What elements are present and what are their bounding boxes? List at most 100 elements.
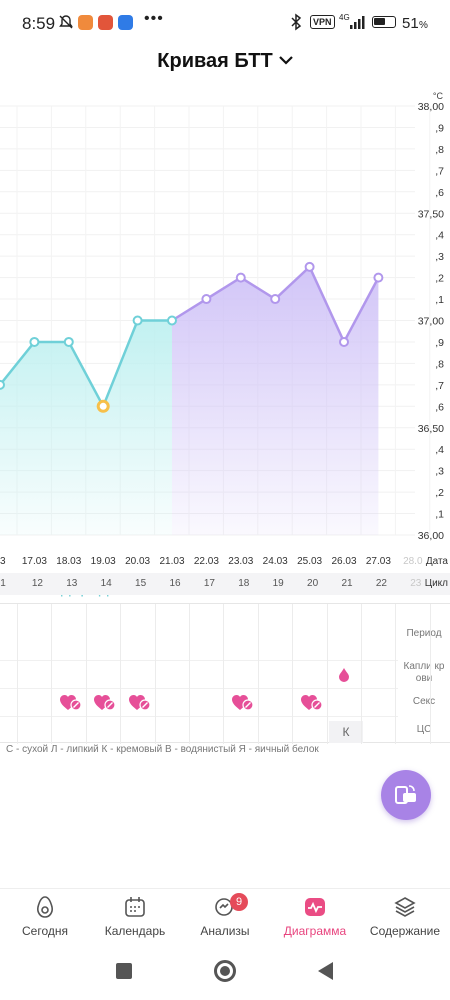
y-tick-label: ,9	[435, 337, 444, 349]
date-label: 19.03	[90, 556, 116, 567]
nav-calendar-label: Календарь	[104, 924, 166, 938]
date-label: 21.03	[159, 556, 185, 567]
page-title: Кривая БТТ	[157, 50, 273, 72]
grid-column-divider	[51, 604, 53, 744]
symptom-grid[interactable]: Период Капли кр ови Секс ЦС К	[0, 603, 450, 744]
nav-calendar[interactable]: Календарь	[90, 889, 180, 949]
luteal-area	[172, 266, 379, 535]
nav-content-label: Содержание	[369, 924, 441, 938]
cs-value-cell[interactable]: К	[329, 721, 363, 743]
date-label: 23.03	[228, 556, 254, 567]
y-tick-label: 37,00	[418, 316, 444, 328]
date-label: 17.03	[21, 556, 47, 567]
cycle-day-label: 21	[341, 578, 353, 589]
sex-heart-icon[interactable]	[94, 695, 116, 711]
cycle-day-label: 17	[203, 578, 215, 589]
data-point	[132, 315, 143, 326]
battery-level: 51	[402, 15, 419, 32]
grid-column-divider	[361, 604, 362, 744]
grid-divider	[0, 716, 398, 717]
data-point	[304, 261, 315, 272]
battery-unit: %	[419, 20, 428, 31]
bbt-chart[interactable]: °C 38,00 ,9 ,8 ,7 ,6 37,50 ,4 ,3 ,2 ,1 37,00 ,9 ,8 ,7,…	[0, 88, 450, 608]
y-tick-label: 36,00	[418, 530, 444, 542]
cycle-day-label: 18	[238, 578, 250, 589]
grid-divider	[0, 688, 398, 689]
avocado-icon	[37, 896, 53, 918]
nav-today-label: Сегодня	[22, 924, 68, 938]
status-time: 8:59	[22, 14, 56, 33]
back-button[interactable]	[318, 962, 333, 980]
nav-chart-label: Диаграмма	[283, 924, 347, 938]
recent-apps-button[interactable]	[116, 963, 132, 979]
date-row: Дата 03 17.03 18.03 19.03 20.03 21.03 22.03 23.…	[0, 551, 450, 573]
date-label: 28.0	[403, 556, 423, 567]
battery-icon	[372, 16, 396, 28]
y-tick-label: ,4	[435, 230, 444, 242]
analyses-badge: 9	[230, 893, 248, 911]
grid-column-divider	[120, 604, 122, 744]
nav-content[interactable]: Содержание	[360, 889, 450, 949]
y-tick-label: ,6	[435, 187, 444, 199]
grid-column-divider	[17, 604, 18, 744]
nav-analyses[interactable]: 9 Анализы	[180, 889, 270, 949]
row-label-sex: Секс	[412, 696, 436, 707]
y-tick-label: 38,00	[418, 101, 444, 113]
grid-divider	[0, 660, 398, 661]
y-tick-label: ,7	[435, 165, 444, 177]
sex-heart-icon[interactable]	[300, 695, 323, 711]
sex-heart-icon[interactable]	[128, 695, 151, 711]
cycle-day-label: 1	[0, 578, 6, 589]
bottom-navigation: Сегодня Календарь 9 Анализы Диаграмма Со…	[0, 888, 450, 948]
blood-drop-icon[interactable]	[338, 668, 350, 682]
nav-today[interactable]: Сегодня	[0, 889, 90, 949]
y-tick-label: 37,50	[418, 208, 444, 220]
data-point	[339, 336, 349, 347]
rotate-screen-icon	[395, 785, 416, 804]
data-point	[373, 272, 384, 283]
cycle-row: Цикл 1 12 13 14 15 16 17 18 19 20 21 22 23	[0, 573, 450, 595]
y-axis-unit: °C	[433, 91, 444, 101]
status-bar: 8:59 ••• VPN 4G 51 %	[0, 0, 450, 46]
row-label-cs: ЦС	[416, 724, 432, 735]
nav-chart[interactable]: Диаграмма	[270, 889, 360, 949]
cycle-row-label: Цикл	[424, 578, 448, 589]
cycle-day-label: 12	[31, 578, 43, 589]
chart-icon	[305, 898, 325, 916]
row-label-blood-drops: Капли кр ови	[403, 661, 445, 684]
home-button[interactable]	[214, 960, 236, 982]
system-navigation	[0, 948, 450, 1000]
data-point	[235, 272, 246, 283]
data-point	[201, 294, 212, 305]
chevron-down-icon	[278, 52, 293, 70]
switch-view-button[interactable]	[381, 770, 431, 820]
y-tick-label: ,7	[435, 380, 444, 392]
y-tick-label: ,2	[435, 273, 444, 285]
layers-icon	[394, 897, 416, 917]
date-label: 25.03	[297, 556, 323, 567]
sex-heart-icon[interactable]	[59, 695, 82, 711]
bbt-chart-svg: °C38,00 ,9 ,8 ,7 ,6 37,50 ,4 ,3 ,2 ,1 37,00 ,9 ,8 ,7,…	[0, 91, 444, 542]
date-label: 22.03	[193, 556, 219, 567]
y-tick-label: ,1	[435, 294, 444, 306]
lower-background	[0, 760, 450, 888]
y-tick-label: ,3	[435, 466, 444, 478]
row-label-period: Период	[406, 628, 442, 639]
sex-heart-icon[interactable]	[231, 695, 254, 711]
date-row-label: Дата	[425, 556, 448, 567]
y-tick-label: ,4	[435, 444, 444, 456]
grid-column-divider	[154, 604, 156, 744]
date-label: 20.03	[125, 556, 151, 567]
data-point	[63, 336, 74, 347]
date-label: 24.03	[262, 556, 288, 567]
cycle-day-label: 20	[307, 578, 319, 589]
chart-selector[interactable]: Кривая БТТ	[0, 50, 450, 73]
y-tick-label: ,8	[435, 144, 444, 156]
ovulation-point	[96, 399, 110, 413]
app-orange-icon	[78, 15, 93, 30]
cycle-day-label: 14	[100, 578, 112, 589]
cycle-day-label: 15	[135, 578, 147, 589]
grid-column-divider	[292, 604, 294, 744]
vpn-badge: VPN	[310, 15, 335, 29]
app-red-icon	[98, 15, 113, 30]
